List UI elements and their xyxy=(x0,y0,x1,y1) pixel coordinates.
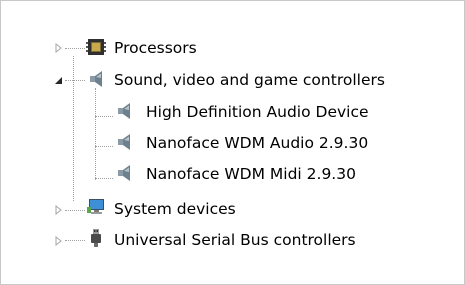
tree-node-usb-controllers[interactable]: Universal Serial Bus controllers xyxy=(112,226,356,254)
tree-node-system-devices[interactable]: System devices xyxy=(112,195,236,223)
speaker-icon xyxy=(114,101,134,121)
speaker-icon xyxy=(114,132,134,152)
processor-icon xyxy=(86,37,106,57)
tree-node-label: System devices xyxy=(114,200,236,218)
tree-line xyxy=(65,80,85,81)
speaker-icon xyxy=(86,69,106,89)
tree-line xyxy=(95,88,96,180)
tree-node-label: Processors xyxy=(114,39,197,57)
speaker-icon xyxy=(114,163,134,183)
tree-line xyxy=(65,210,85,211)
tree-node-processors[interactable]: Processors xyxy=(112,34,197,62)
computer-icon xyxy=(86,197,106,217)
tree-line xyxy=(95,178,113,179)
tree-line xyxy=(65,240,85,241)
tree-node-label: Nanoface WDM Audio 2.9.30 xyxy=(146,134,369,152)
tree-node-label: Nanoface WDM Midi 2.9.30 xyxy=(146,165,356,183)
expand-arrow-usb[interactable] xyxy=(54,236,63,246)
usb-plug-icon xyxy=(86,228,106,248)
tree-line xyxy=(95,116,113,117)
expand-arrow-system-devices[interactable] xyxy=(54,205,63,215)
tree-line xyxy=(73,56,74,201)
expand-arrow-processors[interactable] xyxy=(54,43,63,53)
tree-node-device[interactable]: High Definition Audio Device xyxy=(144,98,369,126)
tree-node-label: Sound, video and game controllers xyxy=(114,71,385,89)
tree-node-sound-video-game[interactable]: Sound, video and game controllers xyxy=(112,66,385,94)
tree-node-device[interactable]: Nanoface WDM Audio 2.9.30 xyxy=(144,129,368,157)
device-tree: Processors Sound, video and game control… xyxy=(0,0,463,283)
collapse-arrow-sound[interactable] xyxy=(54,75,63,85)
tree-line xyxy=(65,48,85,49)
tree-line xyxy=(95,146,113,147)
tree-node-label: Universal Serial Bus controllers xyxy=(114,231,356,249)
tree-node-device[interactable]: Nanoface WDM Midi 2.9.30 xyxy=(144,160,356,188)
tree-node-label: High Definition Audio Device xyxy=(146,103,369,121)
